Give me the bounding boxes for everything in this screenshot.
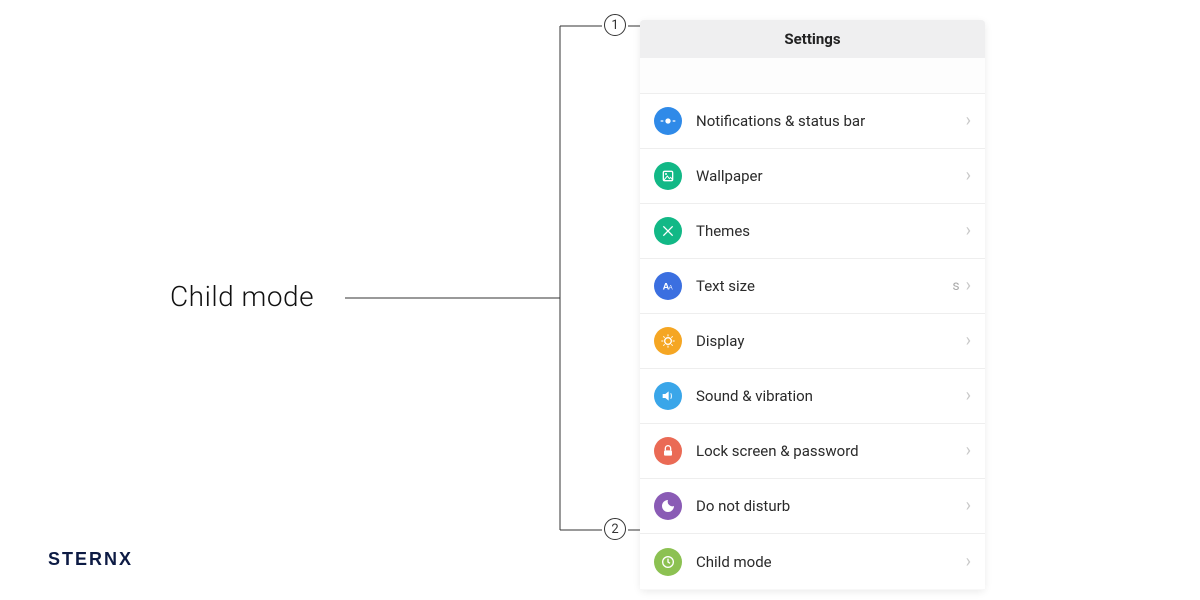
settings-row-text-size[interactable]: AA Text sizes › <box>640 259 985 314</box>
settings-row-label: Lock screen & password <box>696 442 966 460</box>
settings-row-lock-screen-password[interactable]: Lock screen & password› <box>640 424 985 479</box>
settings-row-label: Notifications & status bar <box>696 112 966 130</box>
chevron-right-icon: › <box>966 332 971 350</box>
child-icon <box>654 548 682 576</box>
themes-icon <box>654 217 682 245</box>
settings-row-do-not-disturb[interactable]: Do not disturb› <box>640 479 985 534</box>
chevron-right-icon: › <box>966 167 971 185</box>
chevron-right-icon: › <box>966 387 971 405</box>
settings-spacer <box>640 58 985 94</box>
brand-logo: STERNX <box>48 549 133 570</box>
settings-title: Settings <box>784 30 840 48</box>
chevron-right-icon: › <box>966 553 971 571</box>
textsize-icon: AA <box>654 272 682 300</box>
settings-row-label: Text size <box>696 277 952 295</box>
wallpaper-icon <box>654 162 682 190</box>
settings-header: Settings <box>640 20 985 58</box>
chevron-right-icon: › <box>966 222 971 240</box>
settings-row-notifications-status-bar[interactable]: Notifications & status bar› <box>640 94 985 149</box>
dnd-icon <box>654 492 682 520</box>
sound-icon <box>654 382 682 410</box>
svg-text:A: A <box>669 285 673 291</box>
settings-row-display[interactable]: Display› <box>640 314 985 369</box>
step-marker-2: 2 <box>604 518 626 540</box>
chevron-right-icon: › <box>966 112 971 130</box>
settings-row-themes[interactable]: Themes› <box>640 204 985 259</box>
step-marker-1: 1 <box>604 14 626 36</box>
settings-row-sound-vibration[interactable]: Sound & vibration› <box>640 369 985 424</box>
settings-row-child-mode[interactable]: Child mode› <box>640 534 985 589</box>
display-icon <box>654 327 682 355</box>
chevron-right-icon: › <box>966 497 971 515</box>
lock-icon <box>654 437 682 465</box>
settings-row-label: Child mode <box>696 553 966 571</box>
phone-frame: Settings Notifications & status bar›Wall… <box>640 20 985 590</box>
settings-row-wallpaper[interactable]: Wallpaper› <box>640 149 985 204</box>
chevron-right-icon: › <box>966 277 971 295</box>
notifications-icon <box>654 107 682 135</box>
settings-row-label: Wallpaper <box>696 167 966 185</box>
settings-row-label: Display <box>696 332 966 350</box>
settings-row-label: Sound & vibration <box>696 387 966 405</box>
callout-label: Child mode <box>170 280 314 313</box>
chevron-right-icon: › <box>966 442 971 460</box>
settings-list: Notifications & status bar›Wallpaper›The… <box>640 94 985 589</box>
settings-row-label: Do not disturb <box>696 497 966 515</box>
settings-row-value: s <box>952 278 959 294</box>
settings-row-label: Themes <box>696 222 966 240</box>
